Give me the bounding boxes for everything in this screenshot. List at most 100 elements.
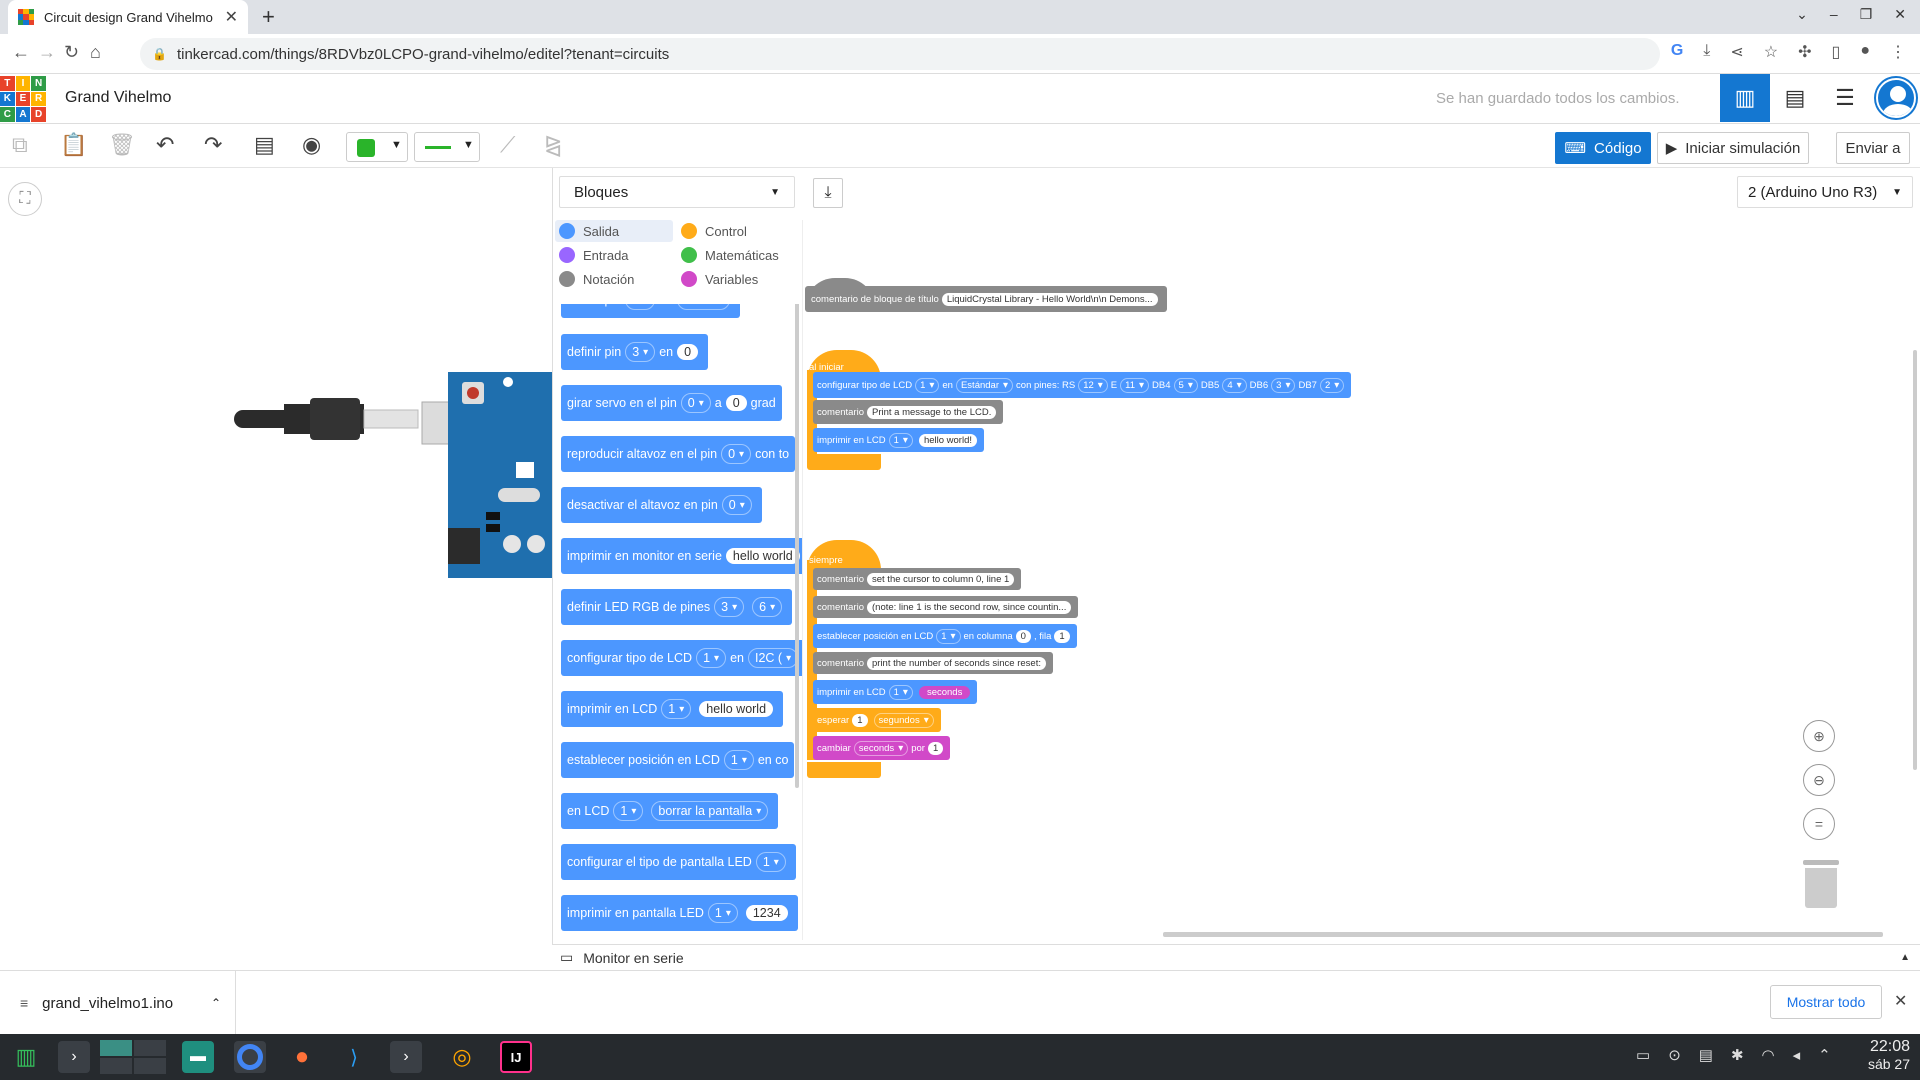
terminal-icon[interactable]: › [390,1041,422,1073]
flip-icon[interactable]: ⧎ [544,132,562,158]
copy-icon[interactable]: ⧉ [12,132,28,158]
minimize-icon[interactable]: – [1830,6,1838,23]
chevron-up-icon[interactable]: ⌃ [1818,1046,1831,1064]
block-dropdown[interactable]: 1 [888,432,913,448]
board-select[interactable]: 2 (Arduino Uno R3) ▼ [1737,176,1913,208]
block-dropdown[interactable]: 2 [1319,377,1345,393]
zoom-in-icon[interactable]: ⊕ [1803,720,1835,752]
palette-scrollbar[interactable] [795,288,799,788]
new-tab-icon[interactable]: + [262,4,275,30]
blocks-workspace[interactable]: comentario de bloque de título LiquidCrys… [803,220,1920,940]
share-icon[interactable]: ⋖ [1730,42,1743,62]
block-input[interactable]: set the cursor to column 0, line 1 [867,572,1015,586]
side-panel-icon[interactable]: ▯ [1832,42,1841,62]
block-input[interactable]: (note: line 1 is the second row, since c… [867,600,1072,614]
comment-block[interactable]: comentario set the cursor to column 0, li… [813,568,1022,590]
block-input[interactable]: 1234 [745,905,788,921]
title-comment-block[interactable]: comentario de bloque de título LiquidCrys… [805,286,1167,312]
redo-icon[interactable]: ↷ [204,132,222,158]
intellij-icon[interactable]: IJ [500,1041,532,1073]
block-input[interactable]: hello world [699,701,774,717]
user-avatar[interactable] [1876,78,1916,118]
zoom-out-icon[interactable]: ⊖ [1803,764,1835,796]
block-input[interactable]: 1 [1054,629,1070,643]
block-input[interactable]: hello world [725,548,800,564]
variable-reporter[interactable]: seconds [918,685,971,699]
desktop-icon[interactable]: ▭ [1636,1046,1650,1064]
palette-block[interactable]: en LCD1 borrar la pantalla [561,793,779,829]
more-menu-icon[interactable]: ⋮ [1890,42,1906,62]
forward-icon[interactable]: → [38,42,56,63]
chrome-icon[interactable] [234,1041,266,1073]
color-picker[interactable]: ▼ [346,132,408,162]
block-input[interactable]: Print a message to the LCD. [867,405,997,419]
update-icon[interactable]: ⊙ [1668,1046,1681,1064]
annotation-toggle-icon[interactable]: ◉ [302,132,321,158]
address-bar[interactable]: 🔒 tinkercad.com/things/8RDVbz0LCPO-grand… [140,38,1660,70]
chevron-up-icon[interactable]: ▲ [1900,952,1910,963]
firefox-icon[interactable]: ● [286,1041,318,1073]
bookmark-star-icon[interactable]: ☆ [1764,42,1778,62]
block-dropdown[interactable]: seconds [853,740,909,756]
palette-block[interactable]: definir pin3en0 [561,334,709,370]
block-dropdown[interactable]: 0 [721,444,752,464]
block-input[interactable]: hello world! [918,433,978,447]
wifi-icon[interactable]: ◠ [1762,1046,1775,1064]
component-list-icon[interactable]: ☰ [1820,74,1870,122]
send-to-button[interactable]: Enviar a [1836,132,1910,164]
palette-block[interactable]: girar servo en el pin0a0grad [561,385,782,421]
workspace-switcher[interactable] [100,1040,166,1074]
set-lcd-position-block[interactable]: establecer posición en LCD1en columna0, … [813,624,1077,648]
block-dropdown[interactable]: 1 [888,684,913,700]
reload-icon[interactable]: ↻ [64,42,79,63]
change-variable-block[interactable]: cambiarsecondspor1 [813,736,951,760]
comment-block[interactable]: comentario Print a message to the LCD. [813,400,1004,424]
blocks-palette[interactable]: Salida Control Entrada Matemáticas Notac… [553,220,803,940]
block-dropdown[interactable]: 0 [721,495,752,515]
block-dropdown[interactable]: 1 [696,648,727,668]
close-tab-icon[interactable]: ✕ [225,7,238,27]
print-lcd-block[interactable]: imprimir en LCD1 seconds [813,680,978,704]
palette-block[interactable]: imprimir en monitor en serie hello world [561,538,802,574]
block-dropdown[interactable]: 1 [755,852,786,872]
install-icon[interactable]: ⤓ [1703,42,1710,62]
block-input[interactable]: 0 [1015,629,1031,643]
block-dropdown[interactable]: 5 [1173,377,1198,393]
palette-block[interactable]: imprimir en pantalla LED1 1234 [561,895,798,931]
category-variables[interactable]: Variables [681,268,758,290]
category-salida[interactable]: Salida [555,220,673,242]
block-dropdown[interactable]: I2C ( [747,648,799,668]
show-all-button[interactable]: Mostrar todo [1770,985,1882,1019]
category-matematicas[interactable]: Matemáticas [681,244,779,266]
design-title[interactable]: Grand Vihelmo [65,89,171,107]
circuit-view-icon[interactable]: ▥ [1720,74,1770,122]
block-dropdown[interactable]: 1 [661,699,692,719]
tinkercad-logo[interactable]: T I N K E R C A D [0,76,46,122]
block-dropdown[interactable]: 3 [1271,377,1296,393]
delete-icon[interactable]: 🗑 [108,132,136,158]
terminal-icon[interactable]: › [58,1041,90,1073]
palette-block[interactable]: establecer posición en LCD1en co [561,742,795,778]
palette-block[interactable]: desactivar el altavoz en pin 0 [561,487,762,523]
block-dropdown[interactable]: 1 [915,377,940,393]
category-notacion[interactable]: Notación [559,268,634,290]
workspace-vertical-scrollbar[interactable] [1913,350,1917,770]
download-item[interactable]: ≡ grand_vihelmo1.ino ⌃ [0,971,236,1035]
block-dropdown[interactable]: 1 [936,628,961,644]
trash-icon[interactable] [1803,860,1839,910]
block-dropdown[interactable]: 1 [723,750,754,770]
notes-icon[interactable]: ▤ [254,132,275,158]
back-icon[interactable]: ← [12,42,30,63]
extensions-puzzle-icon[interactable]: ✣ [1798,42,1811,62]
home-icon[interactable]: ⌂ [90,42,101,63]
category-control[interactable]: Control [681,220,747,242]
google-icon[interactable]: G [1671,42,1683,62]
block-dropdown[interactable]: 0 [680,393,711,413]
close-icon[interactable]: ✕ [1894,991,1907,1011]
block-dropdown[interactable]: 11 [1120,377,1150,393]
profile-icon[interactable]: ● [1860,42,1870,62]
block-dropdown[interactable]: 6 [752,597,783,617]
palette-block[interactable]: configurar tipo de LCD1enI2C ( [561,640,802,676]
palette-block[interactable]: imprimir en LCD1 hello world [561,691,784,727]
volume-icon[interactable]: ◂ [1793,1046,1801,1064]
